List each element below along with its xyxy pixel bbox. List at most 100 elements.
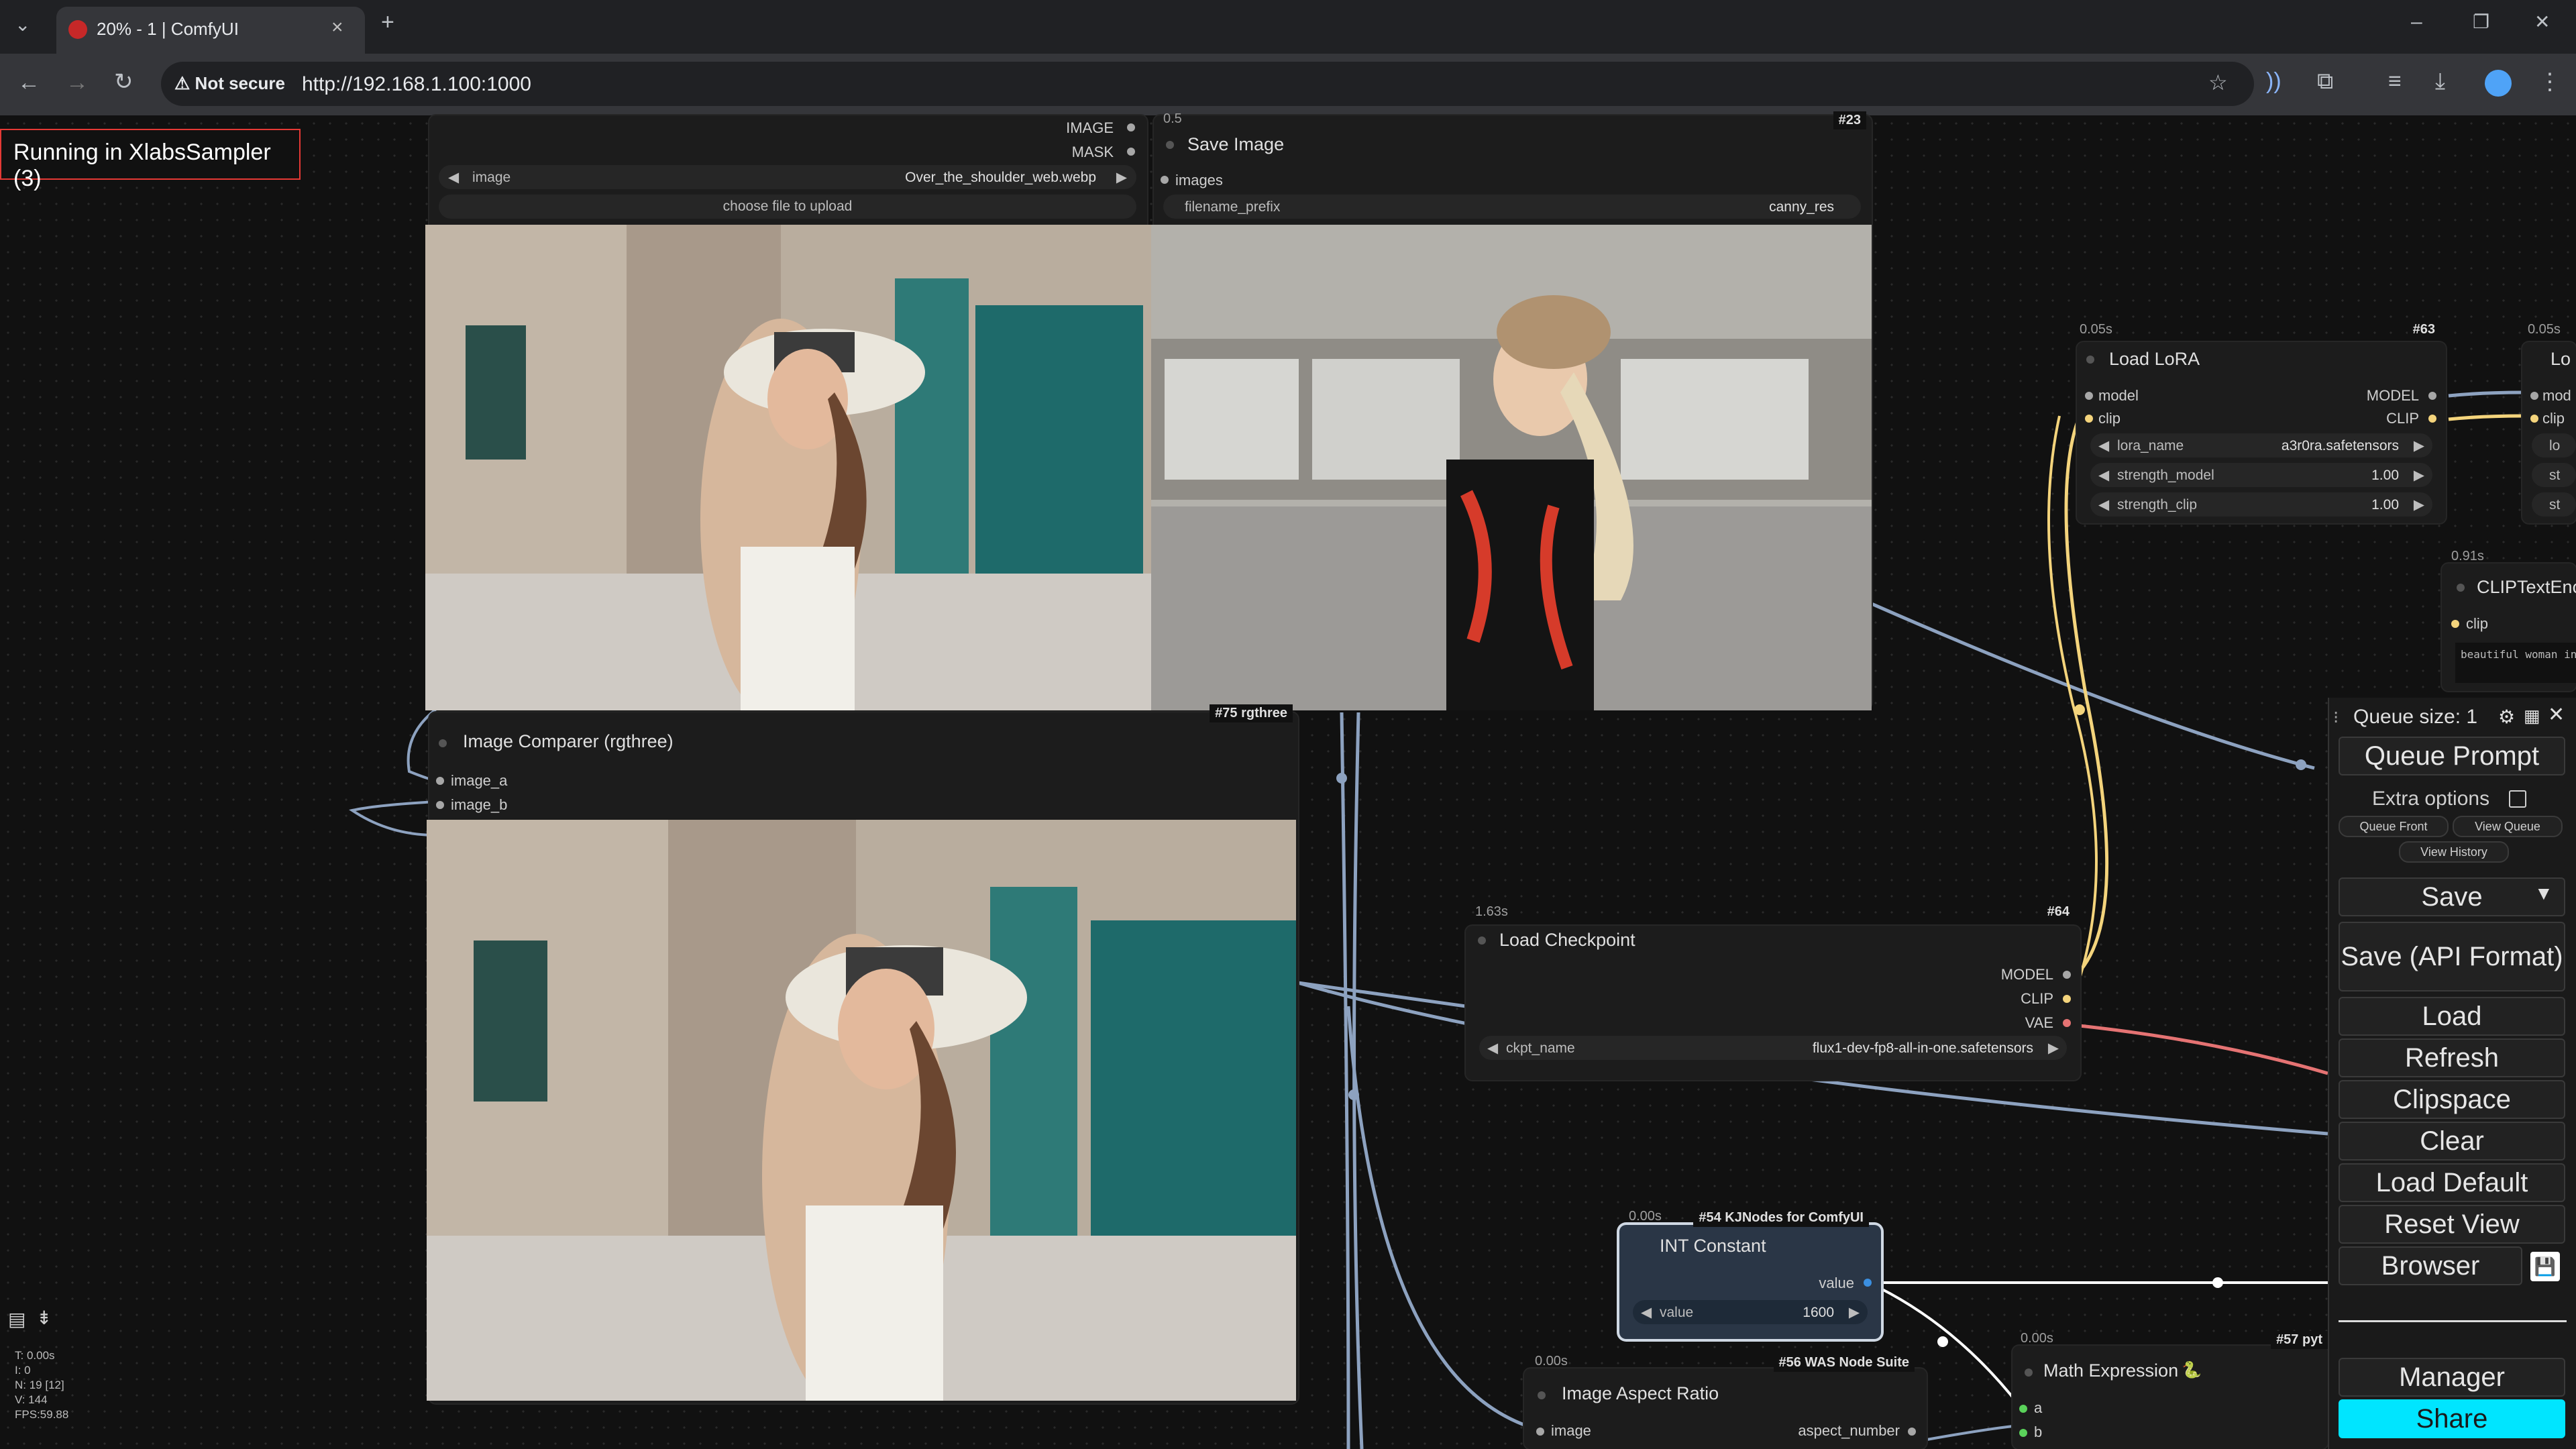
prompt-textarea[interactable]: beautiful woman in	[2455, 643, 2576, 683]
output-model-slot[interactable]	[2063, 971, 2071, 979]
input-images-slot[interactable]	[1161, 176, 1169, 184]
save-api-button[interactable]: Save (API Format)	[2339, 922, 2565, 991]
node-collapse-dot[interactable]	[1538, 1391, 1546, 1399]
link-midpoint[interactable]	[2296, 759, 2306, 770]
value-widget[interactable]: ◀ value 1600 ▶	[1633, 1300, 1868, 1324]
node-collapse-dot[interactable]	[1166, 141, 1174, 149]
image-comparer-node[interactable]: #75 rgthree Image Comparer (rgthree) ima…	[427, 704, 1298, 1403]
link-midpoint[interactable]	[1336, 773, 1347, 784]
stat-time: T: 0.00s	[15, 1349, 55, 1362]
load-checkpoint-node[interactable]: 1.63s #64 Load Checkpoint MODEL CLIP VAE…	[1466, 903, 2080, 1080]
graph-stats: T: 0.00s I: 0 N: 19 [12] V: 144 FPS:59.8…	[15, 1348, 68, 1422]
node-collapse-dot[interactable]	[2025, 1368, 2033, 1377]
output-clip-slot[interactable]	[2063, 995, 2071, 1003]
output-value-slot[interactable]	[1864, 1279, 1872, 1287]
widget-left-arrow-icon[interactable]: ◀	[1641, 1304, 1652, 1321]
link-midpoint[interactable]	[2212, 1277, 2223, 1288]
output-model-slot[interactable]	[2428, 392, 2436, 400]
widget-left-arrow-icon[interactable]: ◀	[2098, 437, 2109, 454]
output-clip-slot[interactable]	[2428, 415, 2436, 423]
load-lora-node-partial[interactable]: 0.05s Lo mod clip lo st st	[2522, 322, 2576, 523]
widget-left-arrow-icon[interactable]: ◀	[448, 169, 459, 186]
math-expression-node[interactable]: 0.00s #57 pyt Math Expression 🐍 a b	[2012, 1331, 2328, 1449]
extra-options-checkbox[interactable]	[2509, 790, 2526, 808]
strength-model-widget[interactable]: ◀ strength_model 1.00 ▶	[2090, 463, 2432, 487]
node-collapse-dot[interactable]	[1478, 936, 1486, 945]
input-clip-slot[interactable]	[2085, 415, 2093, 423]
queue-prompt-button[interactable]: Queue Prompt	[2339, 737, 2565, 775]
partial-widget[interactable]: st	[2532, 492, 2576, 517]
pin-icon[interactable]: ⇟	[36, 1307, 52, 1329]
upload-button[interactable]: choose file to upload	[439, 195, 1136, 219]
graph-menu-icon[interactable]: ▤	[8, 1308, 25, 1330]
widget-label: filename_prefix	[1185, 199, 1281, 215]
manager-button[interactable]: Manager	[2339, 1358, 2565, 1397]
load-default-button[interactable]: Load Default	[2339, 1163, 2565, 1202]
input-model-slot[interactable]	[2530, 392, 2538, 400]
refresh-button[interactable]: Refresh	[2339, 1038, 2565, 1077]
link-midpoint[interactable]	[1937, 1336, 1948, 1347]
close-icon[interactable]: ✕	[2548, 703, 2565, 727]
reset-view-button[interactable]: Reset View	[2339, 1205, 2565, 1244]
widget-left-arrow-icon[interactable]: ◀	[1487, 1040, 1498, 1057]
output-image-slot[interactable]	[1127, 123, 1135, 131]
input-a-slot[interactable]	[2019, 1405, 2027, 1413]
widget-right-arrow-icon[interactable]: ▶	[2414, 437, 2424, 454]
view-queue-button[interactable]: View Queue	[2453, 816, 2563, 837]
input-clip-slot[interactable]	[2530, 415, 2538, 423]
ckpt-name-widget[interactable]: ◀ ckpt_name flux1-dev-fp8-all-in-one.saf…	[1479, 1036, 2067, 1060]
load-lora-node[interactable]: 0.05s #63 Load LoRA model clip MODEL CLI…	[2077, 321, 2446, 523]
widget-left-arrow-icon[interactable]: ◀	[2098, 467, 2109, 484]
int-constant-node[interactable]: 0.00s #54 KJNodes for ComfyUI INT Consta…	[1619, 1209, 1881, 1339]
drag-handle-icon[interactable]: ⁝	[2333, 707, 2339, 728]
clip-link	[2448, 414, 2523, 421]
partial-widget[interactable]: lo	[2532, 433, 2576, 458]
clip-text-encode-node[interactable]: 0.91s CLIPTextEnc clip beautiful woman i…	[2442, 549, 2576, 691]
input-clip-label: clip	[2098, 410, 2121, 427]
load-button[interactable]: Load	[2339, 997, 2565, 1036]
save-dropdown-icon[interactable]: ▼	[2534, 883, 2553, 904]
queue-front-button[interactable]: Queue Front	[2339, 816, 2449, 837]
input-b-slot[interactable]	[2019, 1429, 2027, 1437]
stat-fps: FPS:59.88	[15, 1408, 69, 1421]
input-image-a-slot[interactable]	[436, 777, 444, 785]
input-clip-slot[interactable]	[2451, 620, 2459, 628]
node-collapse-dot[interactable]	[439, 739, 447, 747]
gear-icon[interactable]: ⚙	[2498, 706, 2515, 728]
view-history-button[interactable]: View History	[2399, 841, 2509, 863]
node-timing: 0.05s	[2528, 322, 2561, 337]
save-image-node[interactable]: 0.5 #23 Save Image images filename_prefi…	[1151, 111, 1872, 710]
load-image-node[interactable]: IMAGE MASK ◀ image Over_the_shoulder_web…	[425, 115, 1151, 710]
strength-clip-widget[interactable]: ◀ strength_clip 1.00 ▶	[2090, 492, 2432, 517]
clipspace-button[interactable]: Clipspace	[2339, 1080, 2565, 1119]
lora-name-widget[interactable]: ◀ lora_name a3r0ra.safetensors ▶	[2090, 433, 2432, 458]
output-aspect-number-slot[interactable]	[1908, 1428, 1916, 1436]
image-gallery-icon[interactable]: ▦	[2524, 706, 2540, 727]
node-collapse-dot[interactable]	[2457, 584, 2465, 592]
link-midpoint[interactable]	[1348, 1089, 1359, 1100]
partial-widget[interactable]: st	[2532, 463, 2576, 487]
output-vae-slot[interactable]	[2063, 1019, 2071, 1027]
image-select-widget[interactable]: ◀ image Over_the_shoulder_web.webp ▶	[439, 165, 1136, 189]
comparison-image[interactable]	[427, 820, 1296, 1401]
node-collapse-dot[interactable]	[2086, 356, 2094, 364]
save-icon[interactable]: 💾	[2530, 1252, 2560, 1281]
widget-right-arrow-icon[interactable]: ▶	[1116, 169, 1127, 186]
browser-button[interactable]: Browser	[2339, 1246, 2522, 1285]
output-mask-slot[interactable]	[1127, 148, 1135, 156]
widget-right-arrow-icon[interactable]: ▶	[2048, 1040, 2059, 1057]
widget-right-arrow-icon[interactable]: ▶	[2414, 467, 2424, 484]
clear-button[interactable]: Clear	[2339, 1122, 2565, 1161]
link-midpoint[interactable]	[2074, 704, 2085, 715]
widget-right-arrow-icon[interactable]: ▶	[1849, 1304, 1860, 1321]
input-model-slot[interactable]	[2085, 392, 2093, 400]
widget-right-arrow-icon[interactable]: ▶	[2414, 496, 2424, 513]
input-image-slot[interactable]	[1536, 1428, 1544, 1436]
input-image-b-slot[interactable]	[436, 801, 444, 809]
share-button[interactable]: Share	[2339, 1399, 2565, 1438]
image-aspect-ratio-node[interactable]: 0.00s #56 WAS Node Suite Image Aspect Ra…	[1524, 1354, 1927, 1449]
filename-prefix-widget[interactable]: filename_prefix canny_res	[1163, 195, 1861, 219]
widget-left-arrow-icon[interactable]: ◀	[2098, 496, 2109, 513]
save-button[interactable]: Save	[2339, 877, 2565, 916]
input-image-label: image	[1551, 1422, 1591, 1439]
